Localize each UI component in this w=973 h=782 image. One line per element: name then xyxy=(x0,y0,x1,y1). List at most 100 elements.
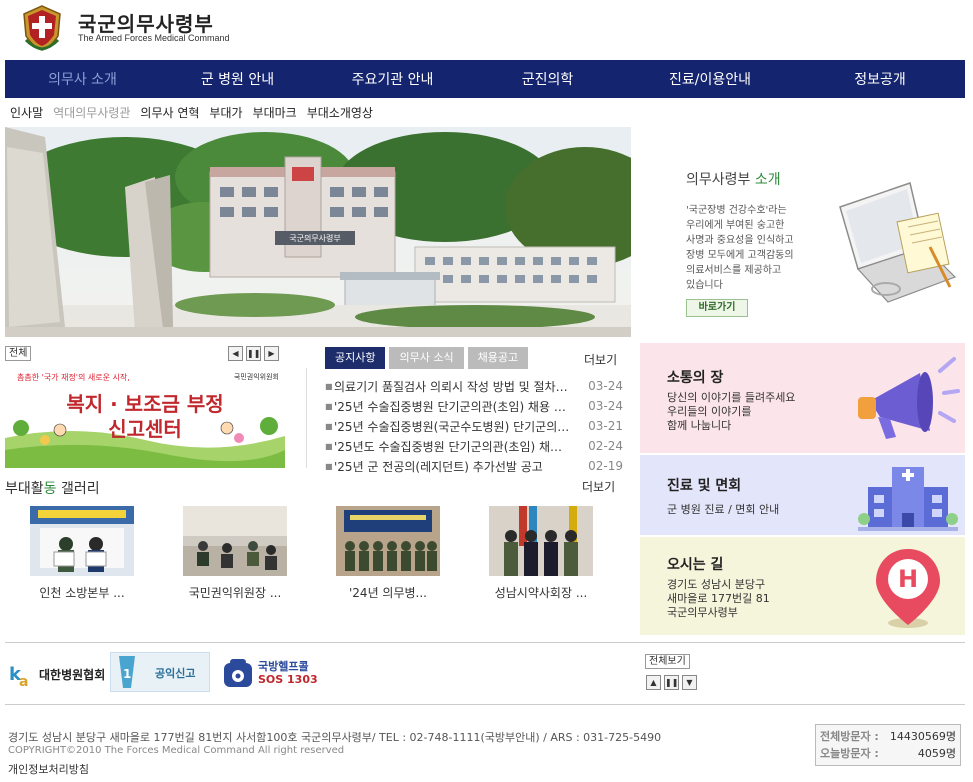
banner-headline-2: 신고센터 xyxy=(108,417,182,441)
notice-date: 03-24 xyxy=(588,399,623,413)
board-tab-0[interactable]: 공지사항 xyxy=(325,347,386,369)
communication-panel[interactable]: 소통의 장 당신의 이야기를 들려주세요 우리들의 이야기를 함께 나눕니다 xyxy=(640,343,965,453)
svg-text:H: H xyxy=(898,565,918,593)
gallery-item[interactable]: 국민권익위원장 ... xyxy=(170,506,300,601)
nav-item-2[interactable]: 주요기관 안내 xyxy=(315,69,470,89)
report-badge-icon: 1 xyxy=(119,656,135,688)
gallery-thumbnail[interactable] xyxy=(336,506,440,576)
nav-item-4[interactable]: 진료/이용안내 xyxy=(625,69,795,89)
links-controls: ▲ ❚❚ ▼ xyxy=(646,675,697,690)
notice-row[interactable]: ■ '25년 수술집중병원 단기군의관(초임) 채용 공고 03-24 xyxy=(325,396,623,416)
links-pause-button[interactable]: ❚❚ xyxy=(664,675,679,690)
nav-item-3[interactable]: 군진의학 xyxy=(470,69,625,89)
notice-title[interactable]: '25년도 수술집중병원 단기군의관(초임) 채용 공고 xyxy=(334,438,570,455)
sub-navigation: 인사말 역대의무사령관 의무사 연혁 부대가 부대마크 부대소개영상 xyxy=(10,104,373,121)
notice-title[interactable]: '25년 군 전공의(레지던트) 추가선발 공고 xyxy=(334,458,570,475)
bullet-icon: ■ xyxy=(325,441,333,451)
command-emblem-icon[interactable] xyxy=(20,4,64,52)
communication-title: 소통의 장 xyxy=(667,370,724,386)
gallery-more-link[interactable]: 더보기 xyxy=(582,478,615,495)
bullet-icon: ■ xyxy=(325,381,333,391)
notice-title[interactable]: '25년 수술집중병원(국군수도병원) 단기군의관 채용 xyxy=(334,418,570,435)
board-tab-1[interactable]: 의무사 소식 xyxy=(389,347,464,369)
subnav-item-5[interactable]: 부대소개영상 xyxy=(307,104,373,121)
nav-item-1[interactable]: 군 병원 안내 xyxy=(160,69,315,89)
gallery-caption[interactable]: 인천 소방본부 ... xyxy=(17,584,147,601)
today-visitors-label: 오늘방문자 : xyxy=(820,747,879,760)
building-sign: 국군의무사령부 xyxy=(289,233,341,243)
visitor-counter: 전체방문자 : 14430569명 오늘방문자 : 4059명 xyxy=(815,724,961,766)
megaphone-icon xyxy=(850,351,960,444)
notice-title[interactable]: 의료기기 품질검사 의뢰시 작성 방법 및 절차 안내 xyxy=(334,378,570,395)
gallery-caption[interactable]: 국민권익위원장 ... xyxy=(170,584,300,601)
nav-item-0[interactable]: 의무사 소개 xyxy=(5,69,160,89)
board-tab-2[interactable]: 채용공고 xyxy=(467,347,529,369)
notice-row[interactable]: ■ '25년 군 전공의(레지던트) 추가선발 공고 02-19 xyxy=(325,456,623,476)
divider xyxy=(5,642,965,643)
board-more-link[interactable]: 더보기 xyxy=(584,351,617,368)
gallery-caption[interactable]: 성남시약사회장 ... xyxy=(476,584,606,601)
public-report-link[interactable]: 1 공익신고 xyxy=(110,652,210,692)
bullet-icon: ■ xyxy=(325,461,333,471)
notice-date: 03-21 xyxy=(588,419,623,433)
intro-text: '국군장병 건강수호'라는 우리에게 부여된 숭고한 사명과 중요성을 인식하고… xyxy=(686,205,794,291)
care-panel[interactable]: 진료 및 면회 군 병원 진료 / 면회 안내 xyxy=(640,455,965,535)
banner-next-button[interactable]: ▶ xyxy=(264,346,279,361)
helpcall-link[interactable]: 국방헬프콜 SOS 1303 xyxy=(220,654,320,692)
laptop-icon xyxy=(830,177,960,310)
today-visitors-value: 4059명 xyxy=(917,747,956,760)
report-center-banner[interactable]: 촘촘한 '국가 재정'의 새로운 시작, 국민권익위원회 복지 · 보조금 부정… xyxy=(5,368,285,468)
svg-text:a: a xyxy=(19,674,28,688)
notice-row[interactable]: ■ 의료기기 품질검사 의뢰시 작성 방법 및 절차 안내 03-24 xyxy=(325,376,623,396)
kha-logo-icon: k a xyxy=(9,664,28,688)
gallery-item[interactable]: 성남시약사회장 ... xyxy=(476,506,606,601)
gallery-thumbnail[interactable] xyxy=(30,506,134,576)
gallery-thumbnail[interactable] xyxy=(489,506,593,576)
location-title: 오시는 길 xyxy=(667,557,724,573)
care-text: 군 병원 진료 / 면회 안내 xyxy=(667,503,780,516)
gallery-item[interactable]: 인천 소방본부 ... xyxy=(17,506,147,601)
bullet-icon: ■ xyxy=(325,421,333,431)
nav-item-5[interactable]: 정보공개 xyxy=(795,69,965,89)
subnav-item-3[interactable]: 부대가 xyxy=(209,104,242,121)
gallery-item[interactable]: '24년 의무병... xyxy=(323,506,453,601)
banner-pause-button[interactable]: ❚❚ xyxy=(246,346,261,361)
intro-go-button[interactable]: 바로가기 xyxy=(686,299,748,317)
banner-all-button[interactable]: 전체 xyxy=(5,346,32,361)
privacy-policy-link[interactable]: 개인정보처리방침 xyxy=(8,761,89,777)
location-panel[interactable]: 오시는 길 경기도 성남시 분당구 새마을로 177번길 81 국군의무사령부 … xyxy=(640,537,965,635)
main-navigation: 의무사 소개 군 병원 안내 주요기관 안내 군진의학 진료/이용안내 정보공개 xyxy=(5,60,965,98)
subnav-item-1[interactable]: 역대의무사령관 xyxy=(53,104,130,121)
subnav-item-2[interactable]: 의무사 연혁 xyxy=(140,104,199,121)
divider xyxy=(306,368,307,468)
links-up-button[interactable]: ▲ xyxy=(646,675,661,690)
notice-date: 02-19 xyxy=(588,459,623,473)
banner-prev-button[interactable]: ◀ xyxy=(228,346,243,361)
map-pin-icon: H xyxy=(870,545,950,634)
kha-label: 대한병원협회 xyxy=(39,668,106,682)
care-title: 진료 및 면회 xyxy=(667,478,742,494)
notice-title[interactable]: '25년 수술집중병원 단기군의관(초임) 채용 공고 xyxy=(334,398,570,415)
phone-icon xyxy=(224,659,252,687)
total-visitors-value: 14430569명 xyxy=(889,730,956,743)
kha-link[interactable]: k a 대한병원협회 xyxy=(5,656,105,692)
hospital-icon xyxy=(858,461,958,536)
subnav-item-0[interactable]: 인사말 xyxy=(10,104,43,121)
intro-panel: 의무사령부 소개 '국군장병 건강수호'라는 우리에게 부여된 숭고한 사명과 … xyxy=(640,127,965,337)
subnav-item-4[interactable]: 부대마크 xyxy=(253,104,297,121)
notice-row[interactable]: ■ '25년도 수술집중병원 단기군의관(초임) 채용 공고 02-24 xyxy=(325,436,623,456)
notice-date: 03-24 xyxy=(588,379,623,393)
links-view-all-button[interactable]: 전체보기 xyxy=(645,654,690,669)
footer-address: 경기도 성남시 분당구 새마을로 177번길 81번지 사서함100호 국군의무… xyxy=(8,731,662,744)
divider xyxy=(5,704,965,705)
board-tabs: 공지사항 의무사 소식 채용공고 xyxy=(325,347,529,369)
gallery-thumbnail[interactable] xyxy=(183,506,287,576)
notice-row[interactable]: ■ '25년 수술집중병원(국군수도병원) 단기군의관 채용 03-21 xyxy=(325,416,623,436)
helpcall-label: 국방헬프콜 xyxy=(258,660,309,673)
banner-tagline: 촘촘한 '국가 재정'의 새로운 시작, xyxy=(17,373,130,382)
site-header: 국군의무사령부 The Armed Forces Medical Command xyxy=(0,0,973,60)
location-text: 경기도 성남시 분당구 새마을로 177번길 81 국군의무사령부 xyxy=(667,578,770,619)
links-down-button[interactable]: ▼ xyxy=(682,675,697,690)
intro-title: 의무사령부 소개 xyxy=(686,172,781,188)
gallery-caption[interactable]: '24년 의무병... xyxy=(323,584,453,601)
